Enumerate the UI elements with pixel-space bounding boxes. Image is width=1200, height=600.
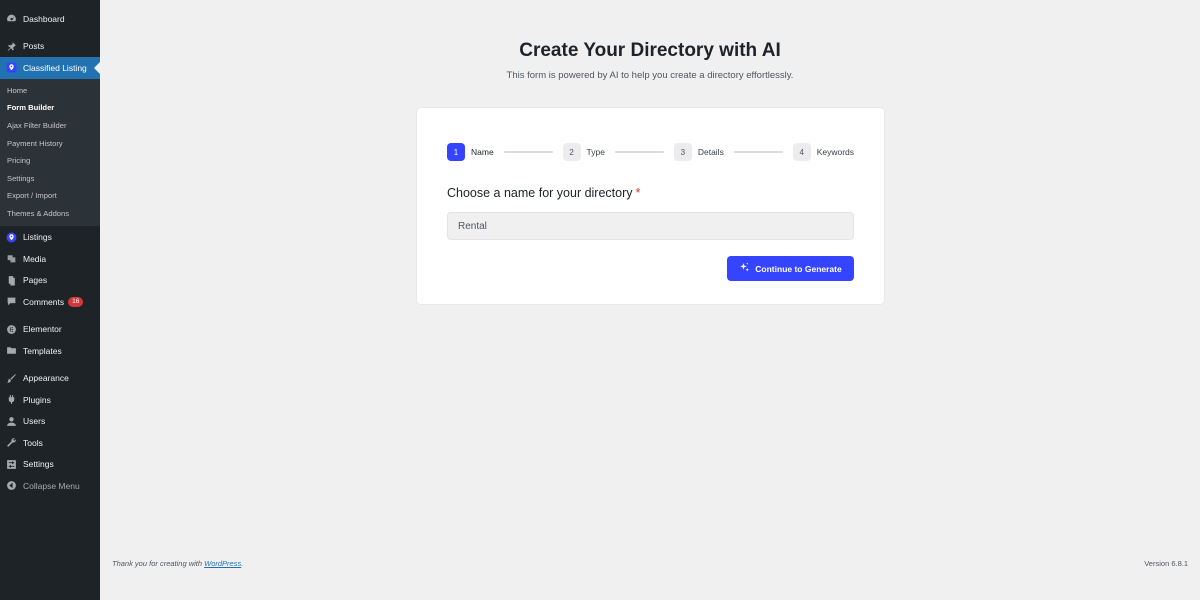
menu-label: Media bbox=[23, 253, 47, 264]
submenu-item-payment-history[interactable]: Payment History bbox=[0, 134, 100, 152]
footer-version: Version 6.8.1 bbox=[1144, 559, 1188, 568]
menu-label: Listings bbox=[23, 232, 52, 242]
step-number: 4 bbox=[792, 143, 811, 161]
pages-icon bbox=[6, 275, 17, 286]
footer-thanks-text: Thank you for creating with bbox=[112, 559, 205, 568]
menu-item-appearance[interactable]: Appearance bbox=[0, 367, 100, 389]
menu-item-posts[interactable]: Posts bbox=[0, 36, 100, 58]
classified-listing-submenu: Home Form Builder Ajax Filter Builder Pa… bbox=[0, 78, 100, 227]
continue-to-generate-button[interactable]: Continue to Generate bbox=[727, 256, 854, 281]
step-label: Type bbox=[586, 147, 605, 157]
button-label: Continue to Generate bbox=[755, 263, 842, 274]
admin-sidebar: Dashboard Posts Classified Listing Home … bbox=[0, 0, 100, 600]
step-connector bbox=[733, 151, 783, 153]
wordpress-link[interactable]: WordPress bbox=[204, 559, 241, 568]
menu-label: Collapse Menu bbox=[23, 480, 80, 491]
step-number: 3 bbox=[673, 143, 692, 161]
submenu-item-themes-addons[interactable]: Themes & Addons bbox=[0, 205, 100, 223]
user-icon bbox=[6, 416, 17, 427]
step-number: 2 bbox=[562, 143, 581, 161]
menu-label: Users bbox=[23, 416, 46, 426]
footer-thanks-suffix: . bbox=[241, 559, 244, 568]
step-connector bbox=[614, 151, 664, 153]
sparkle-icon bbox=[739, 262, 750, 276]
menu-item-elementor[interactable]: Elementor bbox=[0, 318, 100, 340]
step-label: Details bbox=[697, 147, 724, 157]
elementor-icon bbox=[6, 324, 17, 335]
menu-label: Tools bbox=[23, 437, 43, 448]
collapse-menu-button[interactable]: Collapse Menu bbox=[0, 475, 100, 497]
menu-item-comments[interactable]: Comments 16 bbox=[0, 291, 100, 313]
menu-label: Classified Listing bbox=[23, 62, 87, 73]
menu-label: Pages bbox=[23, 275, 48, 285]
map-pin-icon bbox=[6, 232, 17, 243]
map-pin-icon bbox=[6, 62, 17, 73]
menu-label: Posts bbox=[23, 41, 45, 52]
menu-label: Settings bbox=[23, 459, 54, 469]
wizard-stepper: 1 Name 2 Type 3 Details 4 Keywords bbox=[447, 143, 854, 161]
pin-icon bbox=[6, 41, 17, 52]
step-details[interactable]: 3 Details bbox=[673, 143, 724, 161]
folder-icon bbox=[6, 345, 17, 356]
menu-item-settings[interactable]: Settings bbox=[0, 453, 100, 475]
brush-icon bbox=[6, 373, 17, 384]
directory-wizard-card: 1 Name 2 Type 3 Details 4 Keywords Choos… bbox=[416, 107, 885, 305]
submenu-item-ajax-filter-builder[interactable]: Ajax Filter Builder bbox=[0, 117, 100, 135]
page-title: Create Your Directory with AI bbox=[519, 40, 781, 61]
step-number: 1 bbox=[447, 143, 465, 161]
directory-name-label: Choose a name for your directory * bbox=[447, 186, 640, 200]
step-keywords[interactable]: 4 Keywords bbox=[792, 143, 855, 161]
menu-label: Templates bbox=[23, 345, 62, 356]
required-asterisk: * bbox=[635, 186, 641, 200]
comment-icon bbox=[6, 296, 17, 307]
step-connector bbox=[503, 151, 553, 153]
submenu-item-form-builder[interactable]: Form Builder bbox=[0, 99, 100, 117]
menu-item-templates[interactable]: Templates bbox=[0, 340, 100, 362]
comments-count-badge: 16 bbox=[68, 296, 84, 307]
submenu-item-home[interactable]: Home bbox=[0, 82, 100, 100]
menu-item-plugins[interactable]: Plugins bbox=[0, 389, 100, 411]
menu-item-pages[interactable]: Pages bbox=[0, 269, 100, 291]
menu-item-dashboard[interactable]: Dashboard bbox=[0, 8, 100, 30]
submenu-item-pricing[interactable]: Pricing bbox=[0, 152, 100, 170]
menu-item-users[interactable]: Users bbox=[0, 410, 100, 432]
submenu-item-settings[interactable]: Settings bbox=[0, 169, 100, 187]
step-label: Name bbox=[471, 147, 494, 157]
page-subtitle: This form is powered by AI to help you c… bbox=[506, 70, 794, 81]
menu-label: Appearance bbox=[23, 373, 69, 383]
step-name[interactable]: 1 Name bbox=[447, 143, 494, 161]
directory-name-input[interactable] bbox=[447, 212, 854, 240]
step-type[interactable]: 2 Type bbox=[562, 143, 605, 161]
menu-label: Plugins bbox=[23, 394, 51, 405]
menu-item-tools[interactable]: Tools bbox=[0, 432, 100, 454]
menu-item-listings[interactable]: Listings bbox=[0, 226, 100, 248]
step-label: Keywords bbox=[816, 147, 855, 157]
media-icon bbox=[6, 253, 17, 264]
submenu-item-export-import[interactable]: Export / Import bbox=[0, 187, 100, 205]
menu-item-media[interactable]: Media bbox=[0, 248, 100, 270]
dashboard-icon bbox=[6, 13, 17, 24]
menu-label: Dashboard bbox=[23, 13, 65, 24]
menu-label: Comments bbox=[23, 296, 65, 307]
footer-thanks: Thank you for creating with WordPress. bbox=[112, 559, 243, 568]
field-label-text: Choose a name for your directory bbox=[447, 186, 633, 200]
settings-icon bbox=[6, 459, 17, 470]
wrench-icon bbox=[6, 437, 17, 448]
collapse-arrow-icon bbox=[6, 480, 17, 491]
menu-label: Elementor bbox=[23, 324, 62, 334]
plugin-icon bbox=[6, 394, 17, 405]
menu-item-classified-listing[interactable]: Classified Listing bbox=[0, 57, 100, 79]
